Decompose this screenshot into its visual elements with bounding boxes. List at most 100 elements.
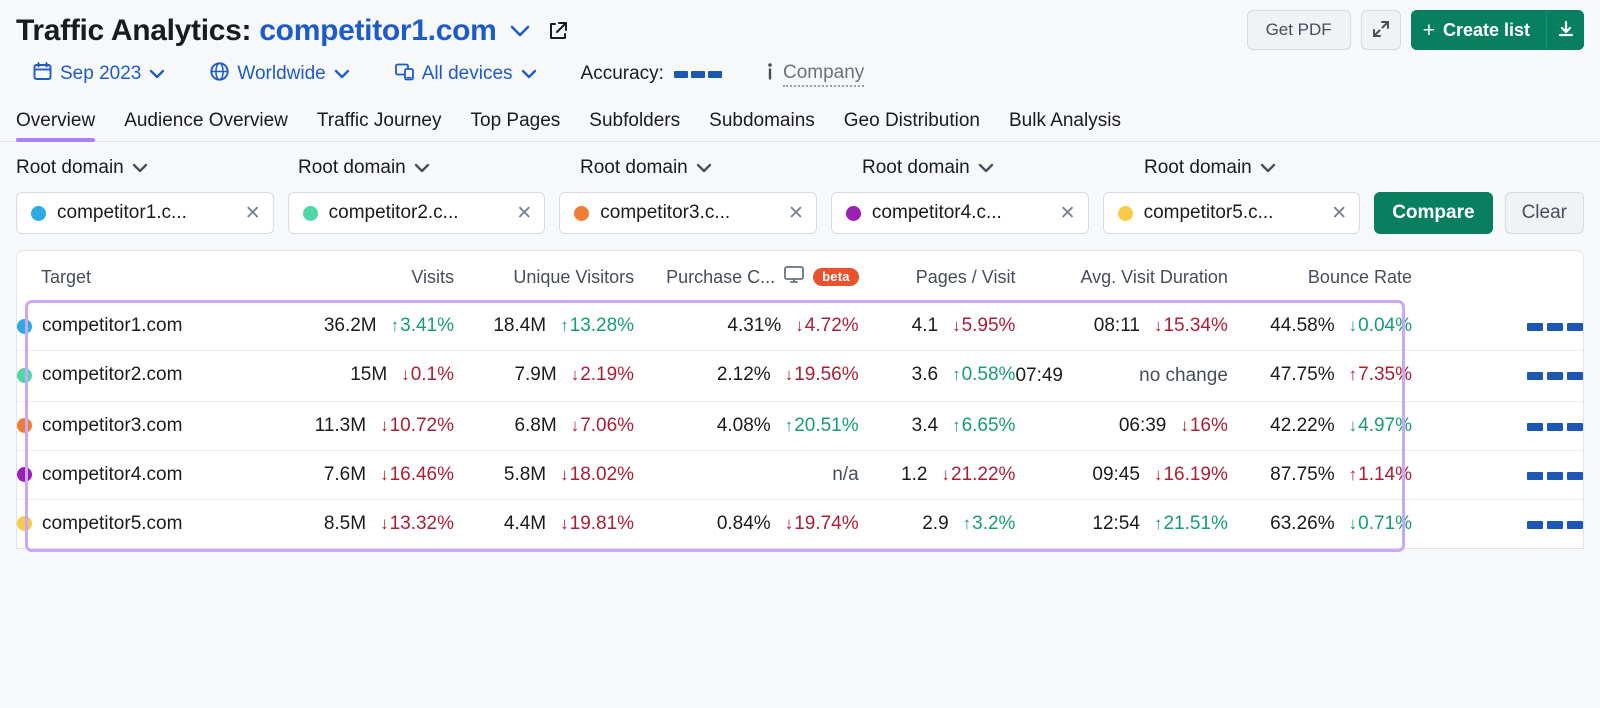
metric-delta: ↓ 19.56% xyxy=(785,364,859,386)
metric-delta: ↓ 13.32% xyxy=(380,513,454,535)
cell-target[interactable]: competitor3.com xyxy=(17,400,293,451)
sparkline-icon xyxy=(1527,422,1583,431)
cell-target[interactable]: competitor1.com xyxy=(17,302,292,351)
metric-delta-value: 21.51% xyxy=(1163,512,1228,534)
target-domain-label: competitor4.com xyxy=(42,463,183,485)
table-row[interactable]: competitor5.com 8.5M ↓ 13.32% 4.4M ↓ 19.81% 0.8… xyxy=(17,498,1583,548)
competitor-color-dot xyxy=(17,318,32,334)
competitor-color-dot xyxy=(302,205,318,221)
competitor-color-dot xyxy=(31,205,46,221)
metric-value: 63.26% xyxy=(1270,512,1335,534)
trend-up-icon: ↑ xyxy=(952,365,961,384)
remove-competitor-icon[interactable]: ✕ xyxy=(245,202,261,225)
page-title: Traffic Analytics: competitor1.com xyxy=(16,14,497,48)
metric-delta: ↓ 16.19% xyxy=(1154,464,1228,486)
root-domain-dropdown-2[interactable]: Root domain xyxy=(298,157,580,179)
metric-delta: ↓ 7.06% xyxy=(571,415,634,437)
table-row[interactable]: competitor3.com 11.3M ↓ 10.72% 6.8M ↓ 7.06% 4.0… xyxy=(17,400,1583,451)
metric-value: 7.6M xyxy=(323,463,367,485)
competitor-chip-3[interactable]: competitor3.c... ✕ xyxy=(559,192,817,234)
download-button[interactable] xyxy=(1546,10,1584,50)
tab-subdomains[interactable]: Subdomains xyxy=(709,110,815,141)
competitor-color-dot xyxy=(17,467,32,483)
column-header-unique-visitors[interactable]: Unique Visitors xyxy=(454,251,634,302)
date-filter[interactable]: Sep 2023 xyxy=(32,61,165,88)
metric-no-change: no change xyxy=(1139,365,1228,386)
devices-icon xyxy=(394,61,415,88)
cell-purchase-conversion: 0.84% ↓ 19.74% xyxy=(634,498,859,548)
cell-sparkline[interactable] xyxy=(1412,302,1583,351)
target-domain-label: competitor1.com xyxy=(42,315,183,336)
cell-pages-per-visit: 3.6 ↑ 0.58% xyxy=(858,350,1016,402)
root-domain-dropdown-3[interactable]: Root domain xyxy=(580,157,862,179)
column-header-avg-visit-duration[interactable]: Avg. Visit Duration xyxy=(1015,251,1227,302)
sparkline-icon xyxy=(1527,372,1583,380)
metric-delta: ↓ 18.02% xyxy=(560,464,634,486)
cell-sparkline[interactable] xyxy=(1412,400,1583,451)
root-domain-dropdown-1[interactable]: Root domain xyxy=(16,157,298,179)
metric-bounce-rate: 44.58% ↓ 0.04% xyxy=(1228,315,1412,337)
cell-purchase-conversion: 4.08% ↑ 20.51% xyxy=(634,400,859,451)
cell-sparkline[interactable] xyxy=(1412,350,1583,402)
tab-audience-overview[interactable]: Audience Overview xyxy=(124,110,288,141)
table-row[interactable]: competitor1.com 36.2M ↑ 3.41% 18.4M ↑ 13.28% 4.… xyxy=(17,302,1583,351)
competitor-color-dot xyxy=(845,205,861,221)
competitor-chip-1[interactable]: competitor1.c... ✕ xyxy=(16,192,274,234)
cell-sparkline[interactable] xyxy=(1412,498,1583,548)
remove-competitor-icon[interactable]: ✕ xyxy=(1060,202,1076,225)
remove-competitor-icon[interactable]: ✕ xyxy=(516,202,532,225)
root-domain-dropdown-4[interactable]: Root domain xyxy=(862,157,1144,179)
competitor-color-dot xyxy=(17,516,32,532)
get-pdf-button[interactable]: Get PDF xyxy=(1246,10,1351,50)
metric-value: 2.9 xyxy=(922,512,949,534)
metric-bounce-rate: 47.75% ↑ 7.35% xyxy=(1228,364,1412,386)
tab-top-pages[interactable]: Top Pages xyxy=(471,110,561,141)
clear-button[interactable]: Clear xyxy=(1504,192,1584,234)
chevron-down-icon[interactable] xyxy=(509,24,531,38)
competitor-chip-5[interactable]: competitor5.c... ✕ xyxy=(1102,192,1361,234)
cell-target[interactable]: competitor5.com xyxy=(17,498,293,548)
table-header: Target Visits Unique Visitors Purchase C… xyxy=(17,251,1583,302)
column-header-purchase-conversion[interactable]: Purchase C... beta xyxy=(634,251,859,302)
company-label[interactable]: Company xyxy=(782,62,865,87)
column-header-bounce-rate[interactable]: Bounce Rate xyxy=(1228,251,1412,302)
metric-avg-visit-duration: 07:49 no change xyxy=(1015,364,1227,388)
tab-traffic-journey[interactable]: Traffic Journey xyxy=(317,110,442,141)
column-header-visits[interactable]: Visits xyxy=(292,251,454,302)
cell-sparkline[interactable] xyxy=(1412,449,1583,500)
tab-subfolders[interactable]: Subfolders xyxy=(589,110,680,141)
cell-purchase-conversion: 2.12% ↓ 19.56% xyxy=(634,350,859,402)
column-header-pages-per-visit[interactable]: Pages / Visit xyxy=(859,251,1016,302)
main-tabs: Overview Audience Overview Traffic Journ… xyxy=(0,96,1600,142)
cell-unique-visitors: 6.8M ↓ 7.06% xyxy=(454,400,635,451)
cell-pages-per-visit: 2.9 ↑ 3.2% xyxy=(858,498,1016,548)
device-filter[interactable]: All devices xyxy=(394,61,537,88)
table-row[interactable]: competitor4.com 7.6M ↓ 16.46% 5.8M ↓ 18.02% n/a… xyxy=(17,449,1583,500)
external-link-icon[interactable] xyxy=(547,20,569,42)
remove-competitor-icon[interactable]: ✕ xyxy=(1331,202,1347,225)
metric-purchase-conversion: 0.84% ↓ 19.74% xyxy=(634,513,859,535)
location-filter[interactable]: Worldwide xyxy=(209,61,349,88)
compare-button[interactable]: Compare xyxy=(1374,192,1493,234)
cell-target[interactable]: competitor2.com xyxy=(17,350,293,402)
trend-down-icon: ↓ xyxy=(1348,316,1358,335)
root-domain-dropdown-5[interactable]: Root domain xyxy=(1144,157,1426,179)
tab-geo-distribution[interactable]: Geo Distribution xyxy=(844,110,980,141)
competitor-chip-4[interactable]: competitor4.c... ✕ xyxy=(830,192,1089,234)
remove-competitor-icon[interactable]: ✕ xyxy=(788,202,804,225)
trend-down-icon: ↓ xyxy=(560,513,569,533)
competitor-chip-2[interactable]: competitor2.c... ✕ xyxy=(287,192,546,234)
metric-value: n/a xyxy=(832,463,859,485)
column-header-target[interactable]: Target xyxy=(17,251,292,302)
chevron-down-icon xyxy=(978,160,994,176)
create-list-button[interactable]: + Create list xyxy=(1410,10,1546,50)
info-icon[interactable] xyxy=(766,61,774,88)
expand-button[interactable] xyxy=(1360,10,1401,50)
table-row[interactable]: competitor2.com 15M ↓ 0.1% 7.9M ↓ 2.19% 2.12% ↓ 1… xyxy=(17,350,1583,402)
tab-overview[interactable]: Overview xyxy=(16,110,96,142)
metric-delta: ↓ 19.74% xyxy=(785,513,859,535)
cell-target[interactable]: competitor4.com xyxy=(17,449,293,500)
metric-value: 0.84% xyxy=(716,512,771,534)
trend-up-icon: ↑ xyxy=(1348,365,1358,384)
tab-bulk-analysis[interactable]: Bulk Analysis xyxy=(1009,110,1121,141)
